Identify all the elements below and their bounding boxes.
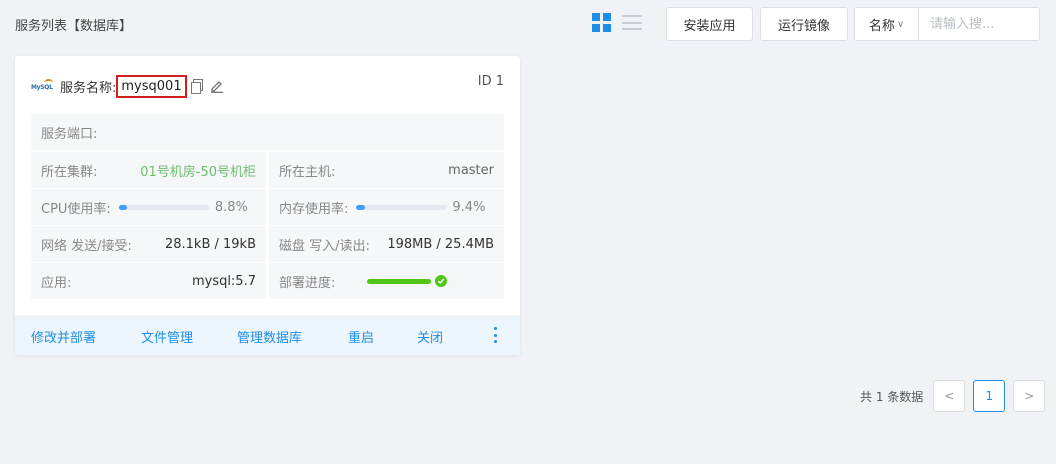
deploy-label: 部署进度: [279,275,336,291]
net-label: 网络 发送/接受: [41,238,132,254]
modify-deploy-link[interactable]: 修改并部署 [31,327,96,346]
host-cell: 所在主机: master [269,152,504,188]
mysql-logo-icon: MySQL [31,79,53,93]
run-image-button[interactable]: 运行镜像 [760,7,848,41]
disk-label: 磁盘 写入/读出: [279,238,370,254]
service-id: ID 1 [477,74,504,89]
mem-usage-bar [356,204,447,210]
service-card: MySQL 服务名称: mysq001 ID 1 服务端口: 所在集群: 3信-… [15,56,520,355]
cluster-value: 3信-01号机房-50号机柜 [139,164,256,180]
more-vertical-icon[interactable] [494,327,498,343]
search-field-select[interactable]: 名称 ∨ [855,8,919,40]
install-app-button[interactable]: 安装应用 [666,7,753,41]
mem-label: 内存使用率: [279,201,349,217]
next-page-button[interactable]: > [1013,380,1046,412]
file-manage-link[interactable]: 文件管理 [141,327,193,346]
host-label: 所在主机: [279,164,336,180]
service-name-value: mysq001 [116,74,187,98]
copy-icon[interactable] [190,79,203,94]
cpu-value: 8.8% [214,199,248,215]
page-title: 服务列表【数据库】 [15,19,133,34]
view-toggle [592,13,642,32]
deploy-progress-bar [367,278,432,284]
cpu-label: CPU使用率: [41,201,111,217]
deploy-cell: 部署进度: [269,263,504,299]
card-actions: 修改并部署 文件管理 管理数据库 重启 关闭 [15,315,520,355]
mem-cell: 内存使用率: 9.4% [269,189,504,225]
card-header: MySQL 服务名称: mysq001 ID 1 [31,74,504,98]
search-field-label: 名称 [868,18,895,34]
mem-usage-fill [356,204,365,210]
app-value: mysql:5.7 [191,273,256,289]
cluster-cell: 所在集群: 3信-01号机房-50号机柜 [31,152,266,188]
pagination: 共 1 条数据 < 1 > [860,380,1046,412]
disk-value: 198MB / 25.4MB [387,236,494,252]
search-input[interactable] [919,8,1039,40]
disk-cell: 磁盘 写入/读出: 198MB / 25.4MB [269,226,504,262]
prev-page-button[interactable]: < [933,380,966,412]
search-group: 名称 ∨ [854,7,1040,41]
port-label: 服务端口: [41,126,98,142]
chevron-down-icon: ∨ [896,18,905,30]
list-view-icon[interactable] [622,13,642,32]
app-label: 应用: [41,275,72,291]
service-name-label: 服务名称: [60,80,117,96]
port-cell: 服务端口: [31,114,504,150]
net-cell: 网络 发送/接受: 28.1kB / 19kB [31,226,266,262]
edit-icon[interactable] [210,79,224,93]
cpu-cell: CPU使用率: 8.8% [31,189,266,225]
page-number-button[interactable]: 1 [973,380,1006,412]
manage-db-link[interactable]: 管理数据库 [237,327,302,346]
total-count: 共 1 条数据 [860,389,924,404]
host-value: master [448,162,494,178]
cpu-usage-fill [118,204,127,210]
net-value: 28.1kB / 19kB [164,236,256,252]
cpu-usage-bar [118,204,209,210]
info-grid: 服务端口: 所在集群: 3信-01号机房-50号机柜 所在主机: master … [31,114,504,299]
cluster-label: 所在集群: [41,164,98,180]
mem-value: 9.4% [452,199,486,215]
restart-link[interactable]: 重启 [348,327,374,346]
close-link[interactable]: 关闭 [417,327,443,346]
check-icon [435,275,448,287]
grid-view-icon[interactable] [592,13,611,32]
app-cell: 应用: mysql:5.7 [31,263,266,299]
